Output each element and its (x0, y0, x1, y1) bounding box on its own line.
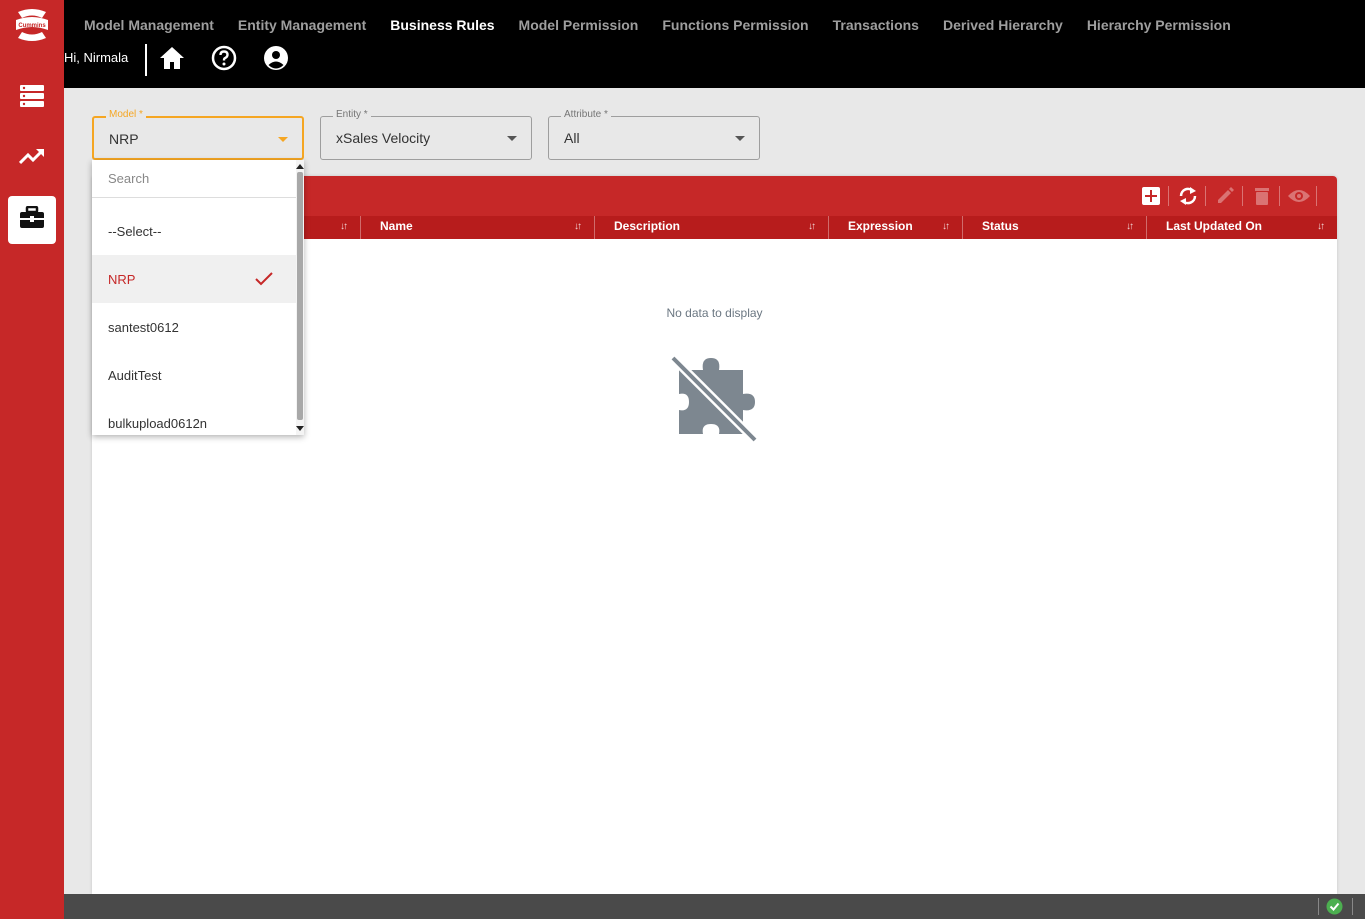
column-title: Description (614, 219, 681, 233)
header-divider (145, 44, 147, 76)
sort-icon[interactable]: ↓↑ (1317, 221, 1325, 232)
nav-functions-permission[interactable]: Functions Permission (662, 17, 808, 33)
dropdown-option[interactable]: santest0612 (92, 303, 296, 351)
home-icon[interactable] (159, 45, 185, 71)
dropdown-option[interactable]: bulkupload0612n (92, 399, 296, 435)
sort-icon[interactable]: ↓↑ (1126, 221, 1134, 232)
option-label: AuditTest (108, 368, 162, 383)
option-label: santest0612 (108, 320, 179, 335)
option-label: --Select-- (108, 224, 162, 239)
scroll-up-icon[interactable] (296, 164, 304, 169)
chevron-down-icon (278, 137, 288, 142)
sidebar-item-database[interactable] (8, 74, 56, 122)
nav-model-management[interactable]: Model Management (84, 17, 214, 33)
model-label: Model * (106, 109, 146, 120)
nav-entity-management[interactable]: Entity Management (238, 17, 366, 33)
model-select[interactable]: Model * NRP (92, 109, 304, 160)
puzzle-off-icon (667, 350, 763, 446)
toolbar-divider (1205, 186, 1206, 206)
dropdown-option-selected[interactable]: NRP (92, 255, 296, 303)
edit-icon[interactable] (1213, 184, 1237, 208)
database-icon (19, 84, 45, 113)
column-header-description[interactable]: Description ↓↑ (594, 216, 828, 239)
toolbar-divider (1242, 186, 1243, 206)
column-title: Name (380, 219, 413, 233)
nav-hierarchy-permission[interactable]: Hierarchy Permission (1087, 17, 1231, 33)
dropdown-option[interactable]: AuditTest (92, 351, 296, 399)
sort-icon[interactable]: ↓↑ (942, 221, 950, 232)
model-value: NRP (109, 131, 139, 147)
dropdown-options: --Select-- NRP santest0612 AuditTest bul… (92, 207, 296, 435)
attribute-value: All (564, 130, 580, 146)
check-icon (254, 269, 274, 289)
view-icon[interactable] (1287, 184, 1311, 208)
column-title: Expression (848, 219, 913, 233)
add-icon[interactable] (1139, 184, 1163, 208)
status-bar (64, 894, 1365, 919)
top-navigation: Model Management Entity Management Busin… (84, 17, 1255, 33)
status-ok-icon[interactable] (1326, 898, 1343, 915)
column-title: Status (982, 219, 1019, 233)
sidebar-item-business[interactable] (8, 196, 56, 244)
status-divider (1352, 898, 1353, 915)
trending-up-icon (18, 147, 45, 170)
model-dropdown-panel: --Select-- NRP santest0612 AuditTest bul… (92, 160, 304, 435)
toolbar-divider (1168, 186, 1169, 206)
dropdown-search (92, 160, 296, 198)
column-header-last-updated[interactable]: Last Updated On ↓↑ (1146, 216, 1337, 239)
user-greeting: Hi, Nirmala (64, 50, 129, 65)
nav-model-permission[interactable]: Model Permission (519, 17, 639, 33)
status-divider (1318, 898, 1319, 915)
column-header-name[interactable]: Name ↓↑ (360, 216, 594, 239)
attribute-label: Attribute * (561, 109, 611, 120)
nav-business-rules[interactable]: Business Rules (390, 17, 494, 33)
column-header-expression[interactable]: Expression ↓↑ (828, 216, 962, 239)
chevron-down-icon (735, 136, 745, 141)
entity-label: Entity * (333, 109, 371, 120)
account-icon[interactable] (263, 45, 289, 71)
entity-value: xSales Velocity (336, 130, 431, 146)
help-icon[interactable] (211, 45, 237, 71)
logo-wordmark: Cummins (18, 23, 46, 29)
toolbar-divider (1316, 186, 1317, 206)
left-sidebar: Cummins (0, 0, 64, 919)
option-label: NRP (108, 272, 136, 287)
column-header-status[interactable]: Status ↓↑ (962, 216, 1146, 239)
sort-icon[interactable]: ↓↑ (340, 221, 348, 232)
cummins-logo[interactable]: Cummins (12, 8, 52, 42)
chevron-down-icon (507, 136, 517, 141)
scroll-down-icon[interactable] (296, 426, 304, 431)
refresh-icon[interactable] (1176, 184, 1200, 208)
sort-icon[interactable]: ↓↑ (808, 221, 816, 232)
briefcase-icon (19, 205, 45, 235)
column-title: Last Updated On (1166, 219, 1263, 233)
delete-icon[interactable] (1250, 184, 1274, 208)
entity-select[interactable]: Entity * xSales Velocity (320, 109, 532, 160)
dropdown-option[interactable]: --Select-- (92, 207, 296, 255)
sort-icon[interactable]: ↓↑ (574, 221, 582, 232)
scrollbar-thumb[interactable] (297, 172, 303, 420)
dropdown-scrollbar[interactable] (296, 160, 304, 435)
attribute-select[interactable]: Attribute * All (548, 109, 760, 160)
dropdown-search-input[interactable] (108, 171, 278, 186)
nav-transactions[interactable]: Transactions (833, 17, 919, 33)
nav-derived-hierarchy[interactable]: Derived Hierarchy (943, 17, 1063, 33)
toolbar-divider (1279, 186, 1280, 206)
sidebar-item-analytics[interactable] (8, 134, 56, 182)
option-label: bulkupload0612n (108, 416, 208, 431)
top-header: Model Management Entity Management Busin… (64, 0, 1365, 88)
